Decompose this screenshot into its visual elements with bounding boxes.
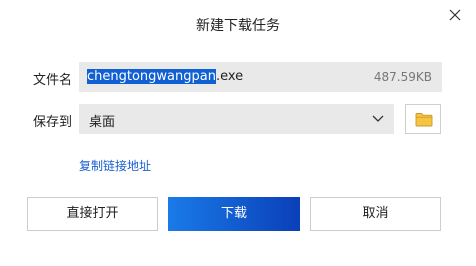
- close-button[interactable]: [446, 6, 464, 24]
- save-location-label: 保存到: [33, 115, 73, 130]
- copy-link-address[interactable]: 复制链接地址: [79, 157, 151, 174]
- download-button[interactable]: 下载: [168, 197, 300, 231]
- browse-folder-button[interactable]: [405, 104, 441, 134]
- close-icon: [449, 9, 461, 21]
- filename-text[interactable]: chengtongwangpan.exe: [87, 69, 243, 84]
- filename-selected-text: chengtongwangpan: [87, 69, 216, 84]
- filename-label: 文件名: [33, 73, 73, 88]
- chevron-down-icon: [372, 115, 384, 122]
- file-size: 487.59KB: [373, 70, 432, 84]
- folder-icon: [415, 113, 433, 127]
- filename-field[interactable]: chengtongwangpan.exe 487.59KB: [79, 62, 442, 92]
- save-location-value: 桌面: [89, 115, 116, 130]
- dialog-title: 新建下载任务: [196, 18, 280, 34]
- save-location-select[interactable]: 桌面: [79, 104, 394, 134]
- new-download-dialog: 新建下载任务 文件名 chengtongwangpan.exe 487.59KB…: [0, 0, 476, 266]
- cancel-button[interactable]: 取消: [310, 197, 441, 231]
- open-directly-button[interactable]: 直接打开: [27, 197, 158, 231]
- filename-extension: .exe: [215, 69, 244, 84]
